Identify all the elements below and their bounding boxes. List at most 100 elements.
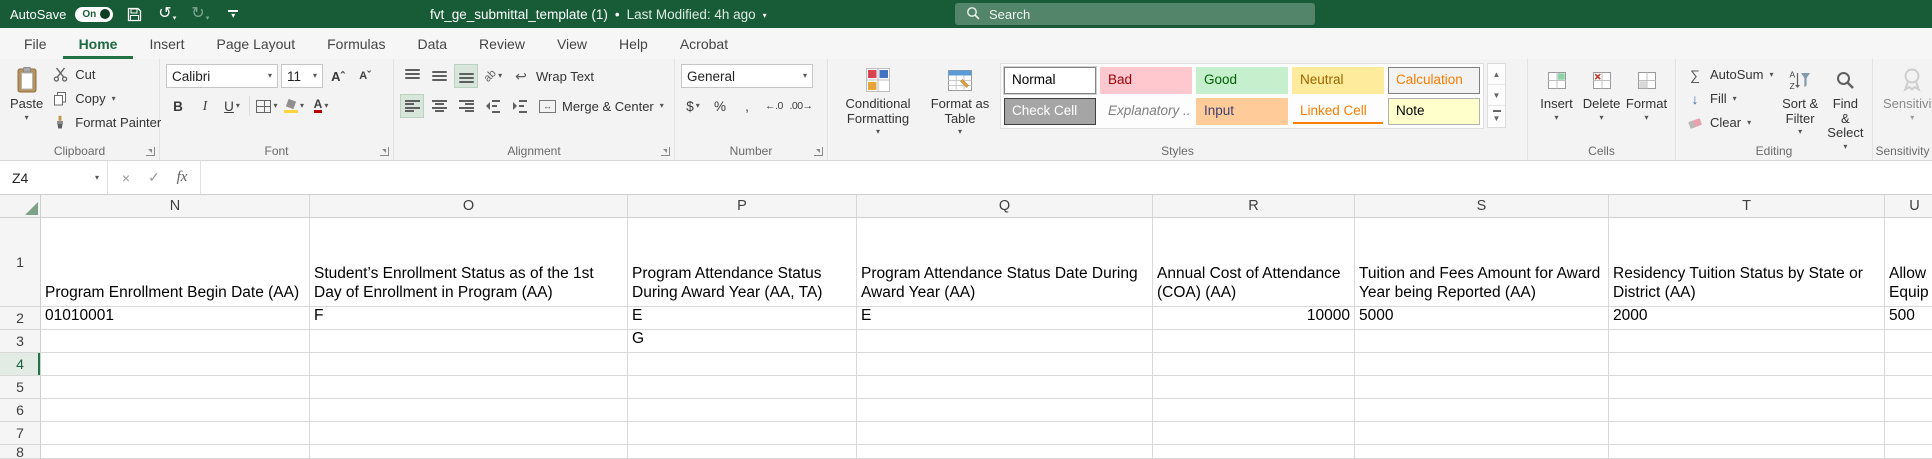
cell-T4[interactable] <box>1609 353 1885 376</box>
cut-button[interactable]: Cut <box>47 63 165 86</box>
cell-T1[interactable]: Residency Tuition Status by State or Dis… <box>1609 218 1885 307</box>
tab-view[interactable]: View <box>541 28 603 59</box>
number-dialog-launcher-icon[interactable] <box>814 147 823 156</box>
cell-U1[interactable]: Allow Equip <box>1885 218 1932 307</box>
comma-style-button[interactable]: , <box>735 94 759 118</box>
cell-R8[interactable] <box>1153 445 1355 459</box>
paste-button[interactable]: Paste ▾ <box>6 63 47 124</box>
cell-R6[interactable] <box>1153 399 1355 422</box>
cell-P4[interactable] <box>628 353 857 376</box>
italic-button[interactable]: I <box>193 94 217 118</box>
autosum-button[interactable]: ∑AutoSum▾ <box>1682 63 1778 86</box>
customize-quick-access-icon[interactable]: ▾ <box>221 2 245 26</box>
cell-N8[interactable] <box>41 445 310 459</box>
cell-Q1[interactable]: Program Attendance Status Date During Aw… <box>857 218 1153 307</box>
tab-file[interactable]: File <box>8 28 63 59</box>
gallery-scroll-down-icon[interactable]: ▼ <box>1488 85 1505 106</box>
clipboard-dialog-launcher-icon[interactable] <box>146 147 155 156</box>
column-header-N[interactable]: N <box>41 195 310 217</box>
align-middle-button[interactable] <box>427 64 451 88</box>
row-header-3[interactable]: 3 <box>0 330 41 353</box>
cell-U5[interactable] <box>1885 376 1932 399</box>
font-name-select[interactable]: Calibri ▾ <box>166 64 278 88</box>
cell-S1[interactable]: Tuition and Fees Amount for Award Year b… <box>1355 218 1609 307</box>
find-select-button[interactable]: Find & Select ▾ <box>1823 63 1868 153</box>
cell-Q6[interactable] <box>857 399 1153 422</box>
cell-U4[interactable] <box>1885 353 1932 376</box>
row-header-5[interactable]: 5 <box>0 376 41 399</box>
format-cells-button[interactable]: Format ▾ <box>1624 63 1669 124</box>
column-header-T[interactable]: T <box>1609 195 1885 217</box>
cell-U8[interactable] <box>1885 445 1932 459</box>
sort-filter-button[interactable]: AZ Sort & Filter ▾ <box>1778 63 1823 138</box>
search-box[interactable]: Search <box>955 3 1315 25</box>
cell-P1[interactable]: Program Attendance Status During Award Y… <box>628 218 857 307</box>
autosave-toggle[interactable]: On <box>75 7 113 22</box>
cell-U6[interactable] <box>1885 399 1932 422</box>
cell-N5[interactable] <box>41 376 310 399</box>
cell-N6[interactable] <box>41 399 310 422</box>
cell-Q5[interactable] <box>857 376 1153 399</box>
cell-T2[interactable]: 2000 <box>1609 307 1885 330</box>
cell-P3[interactable]: G <box>628 330 857 353</box>
tab-page-layout[interactable]: Page Layout <box>200 28 311 59</box>
tab-acrobat[interactable]: Acrobat <box>664 28 744 59</box>
cell-style-calculation[interactable]: Calculation <box>1388 67 1480 94</box>
align-left-button[interactable] <box>400 94 424 118</box>
decrease-indent-button[interactable] <box>481 94 505 118</box>
insert-function-icon[interactable]: fx <box>168 169 196 186</box>
increase-font-size-button[interactable]: Aˆ <box>326 64 350 88</box>
cell-N4[interactable] <box>41 353 310 376</box>
cell-T3[interactable] <box>1609 330 1885 353</box>
cell-U3[interactable] <box>1885 330 1932 353</box>
cell-P5[interactable] <box>628 376 857 399</box>
underline-button[interactable]: U▾ <box>220 94 244 118</box>
cell-style-input[interactable]: Input <box>1196 98 1288 125</box>
merge-center-button[interactable]: ↔Merge & Center▾ <box>535 95 668 118</box>
cell-P2[interactable]: E <box>628 307 857 330</box>
tab-review[interactable]: Review <box>463 28 541 59</box>
font-dialog-launcher-icon[interactable] <box>380 147 389 156</box>
cell-U7[interactable] <box>1885 422 1932 445</box>
cell-style-neutral[interactable]: Neutral <box>1292 67 1384 94</box>
cell-T7[interactable] <box>1609 422 1885 445</box>
formula-input[interactable] <box>201 161 1932 194</box>
fill-button[interactable]: ↓Fill▾ <box>1682 87 1778 110</box>
format-painter-button[interactable]: Format Painter <box>47 111 165 134</box>
alignment-dialog-launcher-icon[interactable] <box>661 147 670 156</box>
row-header-6[interactable]: 6 <box>0 399 41 422</box>
column-header-O[interactable]: O <box>310 195 628 217</box>
gallery-scroll-up-icon[interactable]: ▲ <box>1488 64 1505 85</box>
cell-style-note[interactable]: Note <box>1388 98 1480 125</box>
conditional-formatting-button[interactable]: Conditional Formatting ▾ <box>834 63 922 138</box>
row-header-4[interactable]: 4 <box>0 353 41 376</box>
accounting-format-button[interactable]: $▾ <box>681 94 705 118</box>
cell-S5[interactable] <box>1355 376 1609 399</box>
cell-T6[interactable] <box>1609 399 1885 422</box>
insert-cells-button[interactable]: Insert ▾ <box>1534 63 1579 124</box>
cell-O6[interactable] <box>310 399 628 422</box>
cell-O5[interactable] <box>310 376 628 399</box>
cell-R2[interactable]: 10000 <box>1153 307 1355 330</box>
select-all-corner[interactable] <box>0 195 41 217</box>
cell-R4[interactable] <box>1153 353 1355 376</box>
cell-R3[interactable] <box>1153 330 1355 353</box>
cell-R5[interactable] <box>1153 376 1355 399</box>
format-as-table-button[interactable]: Format as Table ▾ <box>922 63 998 138</box>
font-size-select[interactable]: 11 ▾ <box>281 64 323 88</box>
fill-color-button[interactable]: ▾ <box>282 94 306 118</box>
column-header-Q[interactable]: Q <box>857 195 1153 217</box>
font-color-button[interactable]: A▾ <box>309 94 333 118</box>
cell-P8[interactable] <box>628 445 857 459</box>
orientation-button[interactable]: ab▾ <box>481 64 505 88</box>
cancel-icon[interactable]: × <box>112 170 140 186</box>
cell-S3[interactable] <box>1355 330 1609 353</box>
increase-decimal-button[interactable]: ←.0 <box>762 94 786 118</box>
cell-style-check-cell[interactable]: Check Cell <box>1004 98 1096 125</box>
cell-Q2[interactable]: E <box>857 307 1153 330</box>
undo-button[interactable]: ↺▾ <box>155 2 179 26</box>
gallery-more-icon[interactable]: ▼ <box>1488 106 1505 127</box>
sensitivity-button[interactable]: Sensitivity ▾ <box>1879 63 1932 124</box>
cell-N3[interactable] <box>41 330 310 353</box>
tab-data[interactable]: Data <box>401 28 463 59</box>
